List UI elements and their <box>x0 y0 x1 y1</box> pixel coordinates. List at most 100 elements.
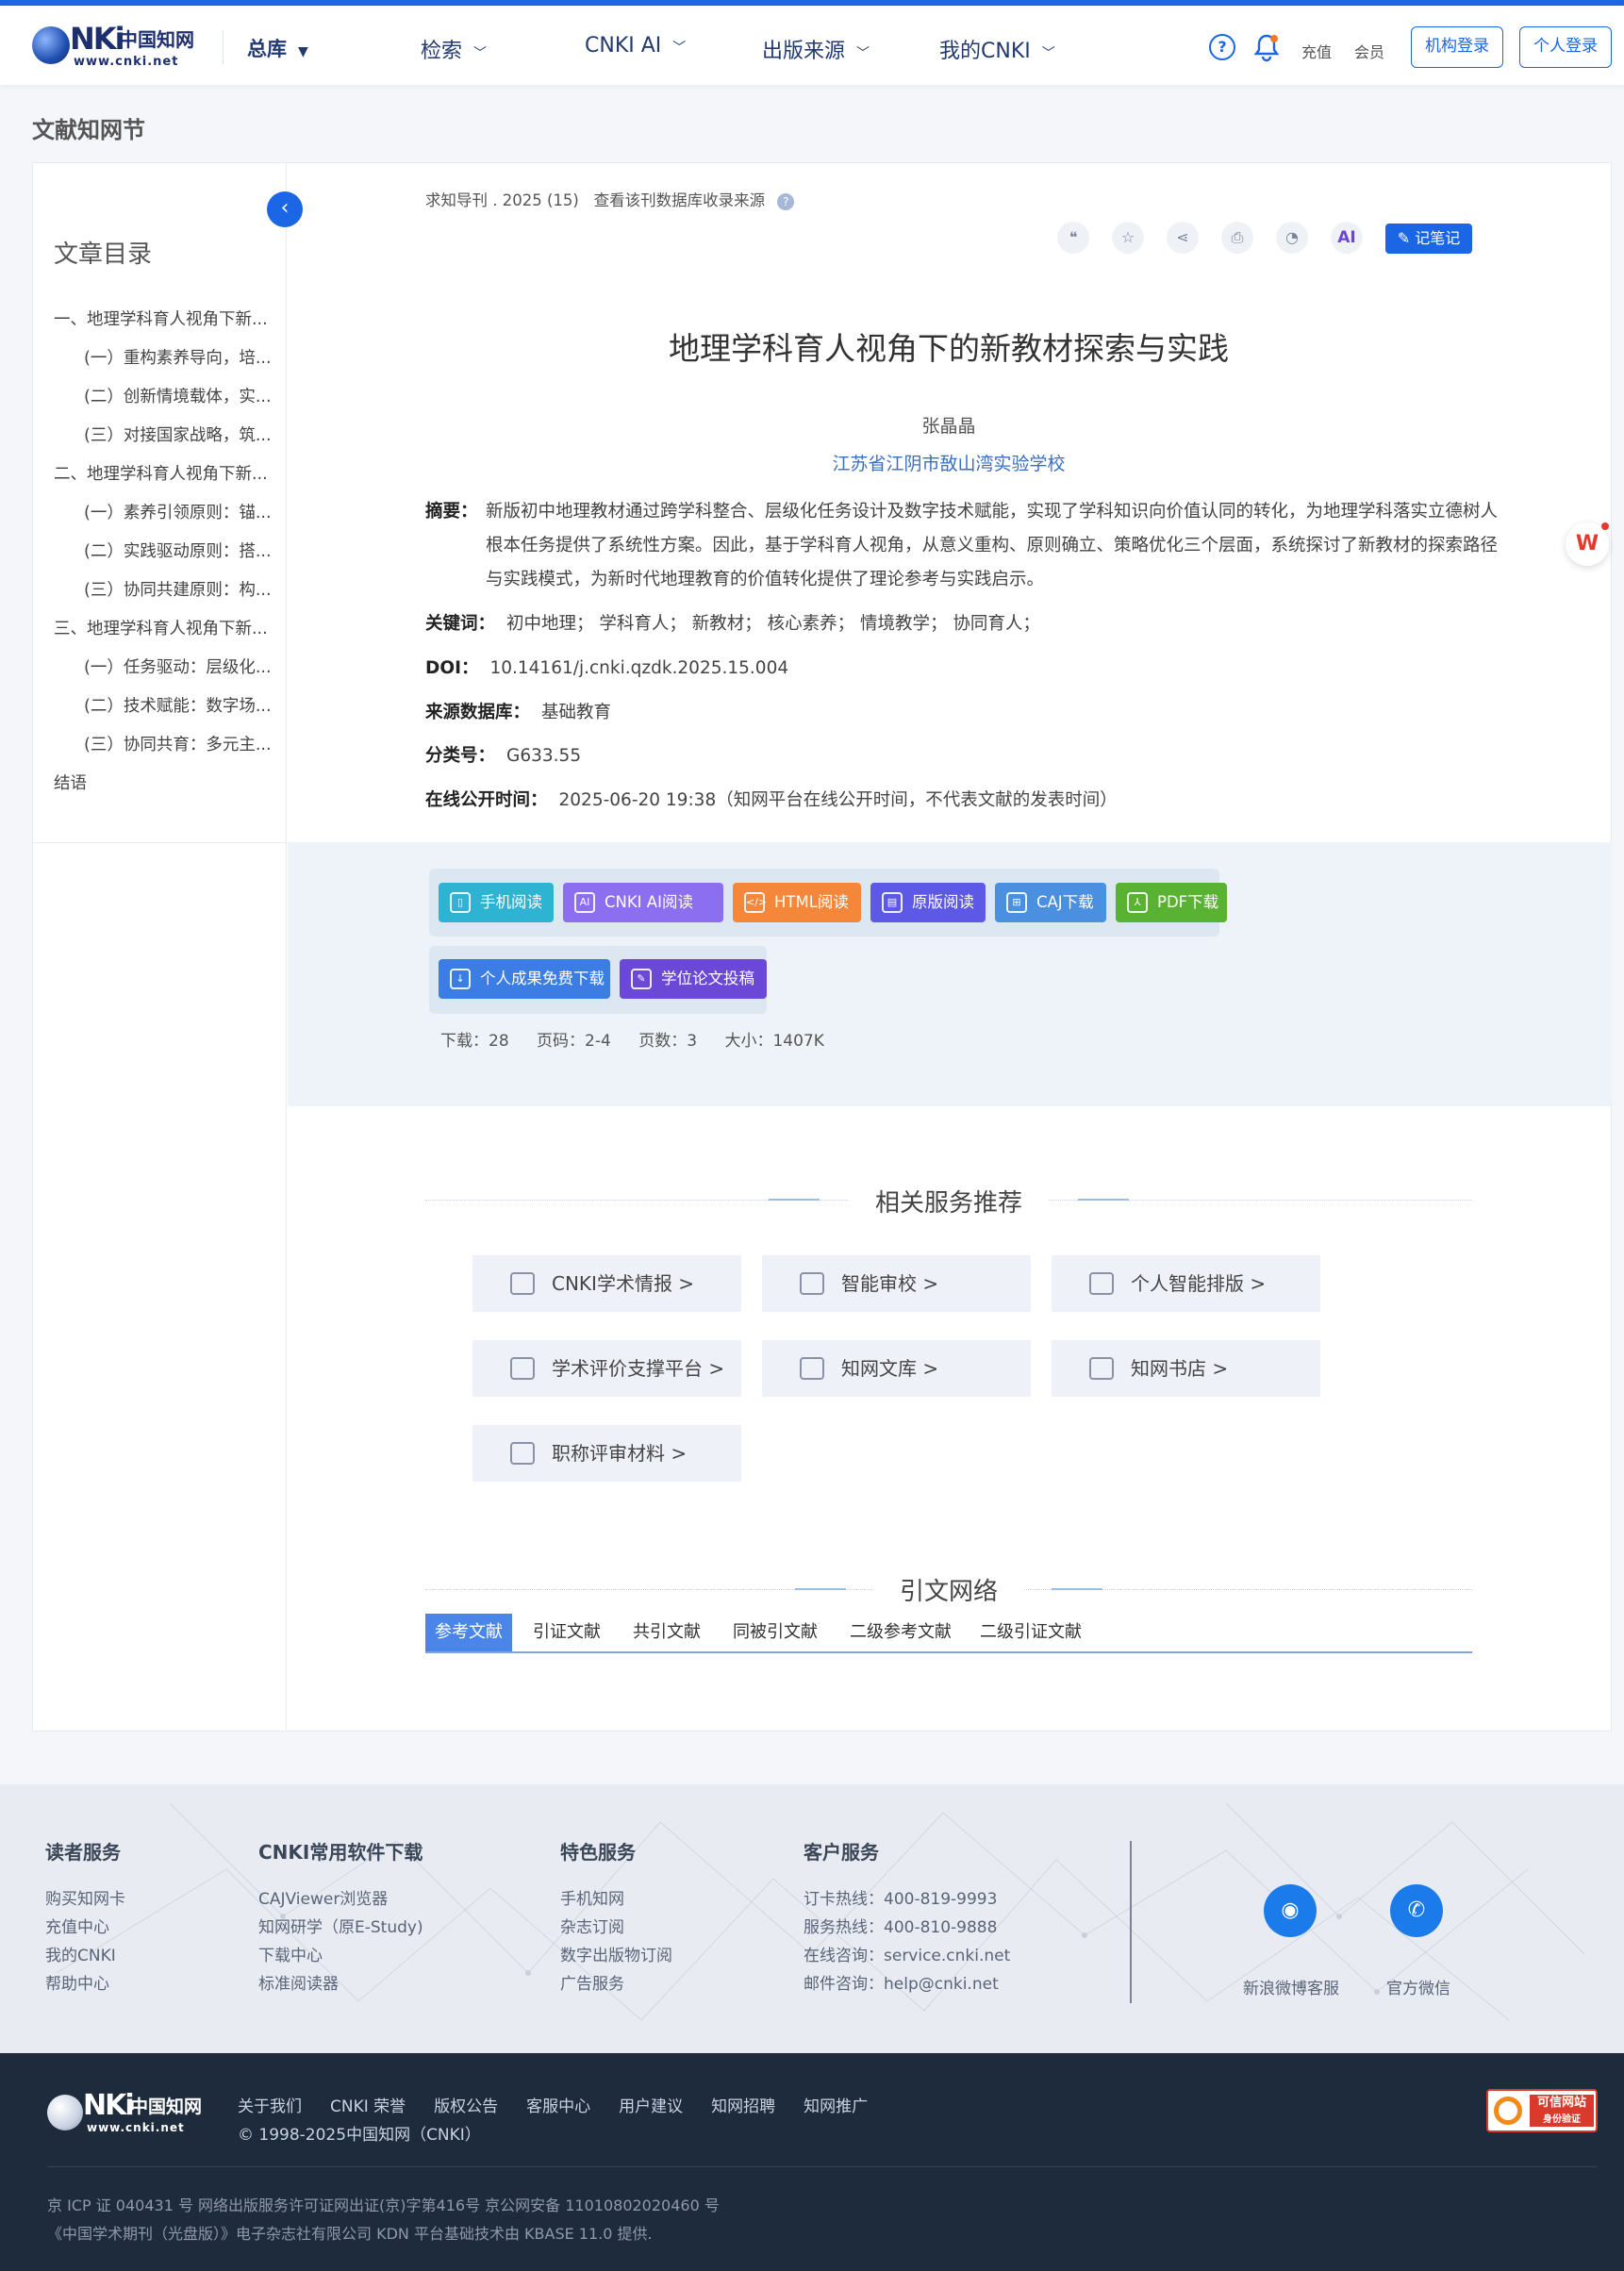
toc-list: 一、地理学科育人视角下新... (一）重构素养导向，培... (二）创新情境载体，实… <box>54 307 280 809</box>
pdf-download-button[interactable]: ⅄ PDF下载 <box>1116 883 1227 922</box>
footer-link[interactable]: 订卡热线：400-819-9993 <box>804 1885 1010 1914</box>
service-title-review[interactable]: 职称评审材料 > <box>472 1425 741 1482</box>
footer-link[interactable]: 购买知网卡 <box>45 1885 125 1914</box>
footer-link[interactable]: 我的CNKI <box>45 1942 125 1970</box>
footer-link[interactable]: 标准阅读器 <box>258 1970 423 1998</box>
service-smart-proofread[interactable]: 智能审校 > <box>762 1255 1031 1312</box>
footer-link[interactable]: 邮件咨询：help@cnki.net <box>804 1970 1010 1998</box>
toc-item[interactable]: 结语 <box>54 771 280 809</box>
toc-item[interactable]: (一）素养引领原则：锚... <box>54 500 280 539</box>
personal-free-download-button[interactable]: ↓ 个人成果免费下载 <box>439 959 610 999</box>
toc-item[interactable]: (二）创新情境载体，实... <box>54 384 280 423</box>
service-smart-layout[interactable]: 个人智能排版 > <box>1052 1255 1320 1312</box>
service-cnki-bookstore[interactable]: 知网书店 > <box>1052 1340 1320 1397</box>
trusted-site-badge[interactable]: 可信网站 身份验证 <box>1486 2089 1598 2132</box>
ai-icon[interactable]: AI <box>1331 222 1363 254</box>
help-icon[interactable]: ? <box>1209 34 1235 60</box>
original-read-button[interactable]: ▤ 原版阅读 <box>870 883 986 922</box>
bell-icon[interactable] <box>1252 32 1281 62</box>
footer-link[interactable]: 数字出版物订阅 <box>560 1942 672 1970</box>
footer-bottom-link[interactable]: 关于我们 <box>238 2097 302 2116</box>
bell-icon[interactable]: ◔ <box>1276 222 1308 254</box>
member-link[interactable]: 会员 <box>1354 40 1384 62</box>
nav-my-cnki[interactable]: 我的CNKI ﹀ <box>939 34 1055 64</box>
source-journal[interactable]: 求知导刊 . 2025 (15) <box>425 191 579 209</box>
nav-cnki-ai[interactable]: CNKI AI ﹀ <box>585 34 686 58</box>
service-cnki-library[interactable]: 知网文库 > <box>762 1340 1031 1397</box>
toc-item[interactable]: (二）实践驱动原则：搭... <box>54 539 280 577</box>
toc-item[interactable]: 三、地理学科育人视角下新... <box>54 616 280 655</box>
author-link[interactable]: 张晶晶 <box>287 412 1611 438</box>
toc-item[interactable]: (三）协同共建原则：构... <box>54 577 280 616</box>
tab-secondary-references[interactable]: 二级参考文献 <box>850 1614 952 1651</box>
pdf-icon: ⅄ <box>1127 892 1148 913</box>
tab-co-cited[interactable]: 同被引文献 <box>733 1614 818 1651</box>
footer-column: CNKI常用软件下载 CAJViewer浏览器 知网研学（原E-Study) 下载中心… <box>258 1837 423 1998</box>
caj-download-button[interactable]: ⊞ CAJ下载 <box>995 883 1106 922</box>
footer-bottom-link[interactable]: 用户建议 <box>619 2097 683 2116</box>
star-icon[interactable]: ☆ <box>1112 222 1144 254</box>
footer-column-title: 特色服务 <box>560 1841 636 1864</box>
footer-bottom-link[interactable]: 知网招聘 <box>711 2097 775 2116</box>
nav-publication-source[interactable]: 出版来源 ﹀ <box>762 34 870 64</box>
print-icon[interactable]: ⎙ <box>1221 222 1253 254</box>
footer-link[interactable]: 广告服务 <box>560 1970 672 1998</box>
footer-link[interactable]: 服务热线：400-810-9888 <box>804 1914 1010 1942</box>
footer-link[interactable]: 杂志订阅 <box>560 1914 672 1942</box>
footer-bottom-link[interactable]: 版权公告 <box>434 2097 498 2116</box>
footer-cnki-logo[interactable]: NKi 中国知网 www.cnki.net <box>47 2089 217 2136</box>
footer-link[interactable]: 帮助中心 <box>45 1970 125 1998</box>
service-academic-eval[interactable]: 学术评价支撑平台 > <box>472 1340 741 1397</box>
abstract-text: 新版初中地理教材通过跨学科整合、层级化任务设计及数字技术赋能，实现了学科知识向价… <box>486 502 1499 589</box>
toc-item[interactable]: (二）技术赋能：数字场... <box>54 693 280 732</box>
footer-link[interactable]: 知网研学（原E-Study) <box>258 1914 423 1942</box>
footer-link[interactable]: 在线咨询：service.cnki.net <box>804 1942 1010 1970</box>
footer-link[interactable]: 手机知网 <box>560 1885 672 1914</box>
library-selector[interactable]: 总库 ▼ <box>247 34 308 62</box>
footer-link[interactable]: 充值中心 <box>45 1914 125 1942</box>
toc-item[interactable]: (一）重构素养导向，培... <box>54 345 280 384</box>
tab-co-citing[interactable]: 共引文献 <box>633 1614 701 1651</box>
seal-icon <box>1494 2097 1522 2125</box>
cnki-logo[interactable]: NKi 中国知网 www.cnki.net <box>32 21 198 70</box>
collapse-sidebar-icon[interactable]: ‹ <box>267 191 303 227</box>
source-db-link[interactable]: 查看该刊数据库收录来源 <box>594 191 766 209</box>
organization-link[interactable]: 江苏省江阴市敔山湾实验学校 <box>287 450 1611 475</box>
tab-citing[interactable]: 引证文献 <box>533 1614 601 1651</box>
footer-link[interactable]: CAJViewer浏览器 <box>258 1885 423 1914</box>
page-title: 文献知网节 <box>32 117 145 143</box>
mobile-read-button[interactable]: ▯ 手机阅读 <box>439 883 554 922</box>
weibo-icon[interactable]: ◉ <box>1264 1884 1317 1937</box>
toc-item[interactable]: (三）协同共育：多元主... <box>54 732 280 771</box>
toc-item[interactable]: 一、地理学科育人视角下新... <box>54 307 280 345</box>
ai-read-button[interactable]: AI CNKI AI阅读 <box>563 883 723 922</box>
share-icon[interactable]: ⋖ <box>1167 222 1199 254</box>
tab-secondary-citing[interactable]: 二级引证文献 <box>980 1614 1082 1651</box>
service-cnki-intel[interactable]: CNKI学术情报 > <box>472 1255 741 1312</box>
footer-bottom-link[interactable]: 知网推广 <box>804 2097 868 2116</box>
footer-services: 读者服务 购买知网卡 充值中心 我的CNKI 帮助中心 CNKI常用软件下载 CAJView… <box>0 1784 1624 2053</box>
personal-login-button[interactable]: 个人登录 <box>1519 26 1612 68</box>
footer-bottom-link[interactable]: CNKI 荣誉 <box>330 2097 406 2116</box>
footer-bottom-link[interactable]: 客服中心 <box>526 2097 590 2116</box>
footer-link[interactable]: 下载中心 <box>258 1942 423 1970</box>
keywords[interactable]: 初中地理； 学科育人； 新教材； 核心素养； 情境教学； 协同育人； <box>506 614 1040 634</box>
wps-float-icon[interactable]: W <box>1566 522 1609 566</box>
weibo-label[interactable]: 新浪微博客服 <box>1243 1975 1339 1998</box>
recharge-link[interactable]: 充值 <box>1301 40 1332 62</box>
nav-search[interactable]: 检索 ﹀ <box>421 34 487 64</box>
toc-item[interactable]: 二、地理学科育人视角下新... <box>54 461 280 500</box>
wechat-label[interactable]: 官方微信 <box>1386 1975 1450 1998</box>
citation-tabs: 参考文献 引证文献 共引文献 同被引文献 二级参考文献 二级引证文献 <box>425 1614 1472 1653</box>
take-note-button[interactable]: ✎ 记笔记 <box>1385 224 1472 254</box>
tab-references[interactable]: 参考文献 <box>425 1614 512 1651</box>
toc-item[interactable]: (一）任务驱动：层级化... <box>54 655 280 693</box>
html-read-button[interactable]: </> HTML阅读 <box>733 883 861 922</box>
institution-login-button[interactable]: 机构登录 <box>1411 26 1503 68</box>
keywords-row: 关键词： 初中地理； 学科育人； 新教材； 核心素养； 情境教学； 协同育人； <box>425 614 1040 634</box>
toc-item[interactable]: (三）对接国家战略，筑... <box>54 423 280 461</box>
question-icon[interactable]: ? <box>777 193 795 210</box>
thesis-submit-button[interactable]: ✎ 学位论文投稿 <box>620 959 767 999</box>
wechat-icon[interactable]: ✆ <box>1390 1884 1443 1937</box>
quote-icon[interactable]: ❝ <box>1057 222 1089 254</box>
